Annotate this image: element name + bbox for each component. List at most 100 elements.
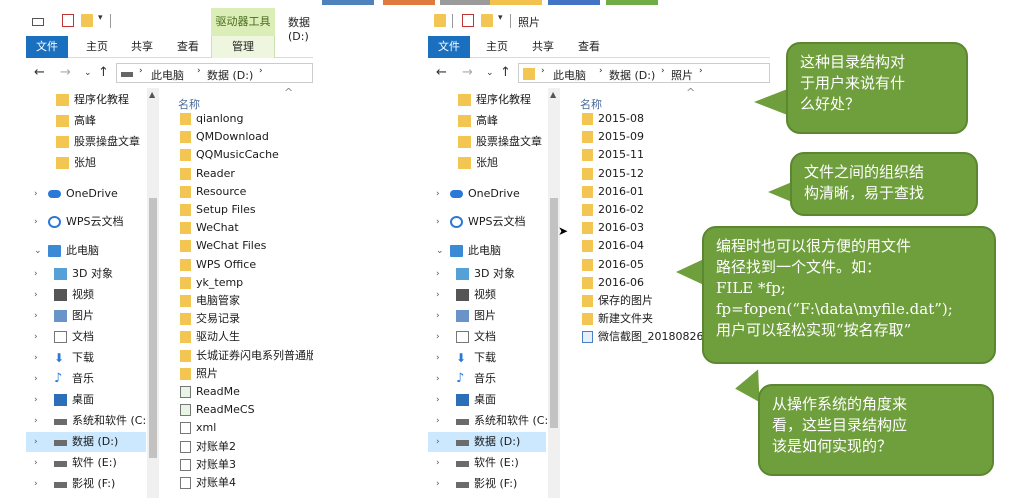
file-row[interactable]: 对账单4 bbox=[180, 474, 313, 492]
file-row[interactable]: WeChat Files bbox=[180, 237, 313, 255]
nav-item[interactable]: › 软件 (E:) bbox=[26, 453, 146, 473]
file-row[interactable]: ReadMe bbox=[180, 383, 313, 401]
nav-item[interactable]: › 3D 对象 bbox=[26, 264, 146, 284]
checkbox-icon[interactable] bbox=[462, 14, 474, 27]
nav-item[interactable]: › 图片 bbox=[26, 306, 146, 326]
nav-item[interactable]: › 桌面 bbox=[26, 390, 146, 410]
nav-item[interactable]: 股票操盘文章 bbox=[26, 132, 146, 152]
file-row[interactable]: Reader bbox=[180, 165, 313, 183]
expand-chevron-icon[interactable]: › bbox=[436, 212, 440, 232]
file-row[interactable]: 电脑管家 bbox=[180, 292, 313, 310]
nav-item[interactable]: ⌄ 此电脑 bbox=[26, 241, 146, 261]
expand-chevron-icon[interactable]: › bbox=[436, 306, 440, 326]
customize-dropdown-icon[interactable]: ▾ bbox=[98, 13, 103, 23]
file-row[interactable]: 驱动人生 bbox=[180, 328, 313, 346]
scrollbar-thumb[interactable] bbox=[149, 198, 157, 458]
file-row[interactable]: WeChat bbox=[180, 219, 313, 237]
expand-chevron-icon[interactable]: › bbox=[34, 411, 38, 431]
expand-chevron-icon[interactable]: › bbox=[34, 348, 38, 368]
nav-item[interactable]: › 影视 (F:) bbox=[26, 474, 146, 494]
expand-chevron-icon[interactable]: › bbox=[436, 411, 440, 431]
expand-chevron-icon[interactable]: › bbox=[436, 369, 440, 389]
file-row[interactable]: 2016-01 bbox=[582, 183, 770, 201]
file-row[interactable]: 2015-11 bbox=[582, 146, 770, 164]
file-row[interactable]: QQMusicCache bbox=[180, 146, 313, 164]
tab-home[interactable]: 主页 bbox=[86, 36, 108, 58]
nav-item[interactable]: ⌄ 此电脑 bbox=[428, 241, 546, 261]
file-row[interactable]: xml bbox=[180, 419, 313, 437]
expand-chevron-icon[interactable]: › bbox=[436, 184, 440, 204]
file-row[interactable]: 长城证券闪电系列普通版 bbox=[180, 347, 313, 365]
breadcrumb-drive-d[interactable]: 数据 (D:) bbox=[207, 67, 253, 83]
properties-icon[interactable] bbox=[32, 18, 44, 26]
nav-item[interactable]: › 数据 (D:) bbox=[26, 432, 146, 452]
nav-item[interactable]: › ♪ 音乐 bbox=[26, 369, 146, 389]
file-row[interactable]: 2015-08 bbox=[582, 110, 770, 128]
nav-item[interactable]: 高峰 bbox=[26, 111, 146, 131]
forward-arrow-icon[interactable]: → bbox=[60, 65, 71, 80]
expand-chevron-icon[interactable]: › bbox=[34, 212, 38, 232]
file-row[interactable]: 2016-02 bbox=[582, 201, 770, 219]
scroll-up-icon[interactable]: ▲ bbox=[550, 90, 556, 99]
forward-arrow-icon[interactable]: → bbox=[462, 65, 473, 80]
expand-chevron-icon[interactable]: › bbox=[34, 474, 38, 494]
nav-item[interactable]: › 视频 bbox=[26, 285, 146, 305]
expand-chevron-icon[interactable]: › bbox=[34, 390, 38, 410]
back-arrow-icon[interactable]: ← bbox=[436, 65, 447, 80]
expand-chevron-icon[interactable]: › bbox=[34, 432, 38, 452]
file-row[interactable]: 照片 bbox=[180, 365, 313, 383]
customize-dropdown-icon[interactable]: ▾ bbox=[498, 13, 503, 23]
expand-chevron-icon[interactable]: › bbox=[436, 453, 440, 473]
nav-item[interactable]: › 桌面 bbox=[428, 390, 546, 410]
tab-view[interactable]: 查看 bbox=[578, 36, 600, 58]
expand-chevron-icon[interactable]: › bbox=[436, 348, 440, 368]
tab-view[interactable]: 查看 bbox=[177, 36, 199, 58]
up-arrow-icon[interactable]: ↑ bbox=[98, 65, 109, 80]
breadcrumb-this-pc[interactable]: 此电脑 bbox=[553, 67, 586, 83]
nav-item[interactable]: 高峰 bbox=[428, 111, 546, 131]
expand-chevron-icon[interactable]: › bbox=[34, 369, 38, 389]
nav-item[interactable]: › 3D 对象 bbox=[428, 264, 546, 284]
file-row[interactable]: QMDownload bbox=[180, 128, 313, 146]
tab-file[interactable]: 文件 bbox=[428, 36, 470, 58]
tab-file[interactable]: 文件 bbox=[26, 36, 68, 58]
tab-home[interactable]: 主页 bbox=[486, 36, 508, 58]
expand-chevron-icon[interactable]: › bbox=[34, 264, 38, 284]
scroll-up-icon[interactable]: ▲ bbox=[149, 90, 155, 99]
breadcrumb-drive-d[interactable]: 数据 (D:) bbox=[609, 67, 655, 83]
file-row[interactable]: 2015-12 bbox=[582, 165, 770, 183]
file-row[interactable]: 对账单3 bbox=[180, 456, 313, 474]
expanded-chevron-icon[interactable]: ⌄ bbox=[436, 241, 444, 261]
scrollbar-thumb[interactable] bbox=[550, 198, 558, 428]
nav-item[interactable]: › OneDrive bbox=[428, 184, 546, 204]
folder-icon[interactable] bbox=[434, 14, 446, 27]
file-row[interactable]: yk_temp bbox=[180, 274, 313, 292]
expand-chevron-icon[interactable]: › bbox=[436, 327, 440, 347]
nav-item[interactable]: › 数据 (D:) bbox=[428, 432, 546, 452]
new-folder-icon[interactable] bbox=[81, 14, 93, 27]
tab-share[interactable]: 共享 bbox=[532, 36, 554, 58]
nav-item[interactable]: 程序化教程 bbox=[428, 90, 546, 110]
nav-item[interactable]: › 系统和软件 (C:) bbox=[26, 411, 150, 431]
nav-item[interactable]: 股票操盘文章 bbox=[428, 132, 546, 152]
file-row[interactable]: ReadMeCS bbox=[180, 401, 313, 419]
nav-item[interactable]: › 文档 bbox=[428, 327, 546, 347]
expand-chevron-icon[interactable]: › bbox=[34, 306, 38, 326]
tab-manage[interactable]: 管理 bbox=[211, 36, 275, 58]
file-row[interactable]: WPS Office bbox=[180, 256, 313, 274]
nav-item[interactable]: › 文档 bbox=[26, 327, 146, 347]
back-arrow-icon[interactable]: ← bbox=[34, 65, 45, 80]
nav-item[interactable]: › ⬇ 下载 bbox=[428, 348, 546, 368]
nav-item[interactable]: › 视频 bbox=[428, 285, 546, 305]
recent-locations-chevron-icon[interactable]: ⌄ bbox=[84, 68, 92, 78]
file-row[interactable]: Setup Files bbox=[180, 201, 313, 219]
file-row[interactable]: 交易记录 bbox=[180, 310, 313, 328]
nav-item[interactable]: › WPS云文档 bbox=[428, 212, 546, 232]
expand-chevron-icon[interactable]: › bbox=[34, 327, 38, 347]
file-row[interactable]: 对账单2 bbox=[180, 438, 313, 456]
navigation-scrollbar[interactable]: ▲ bbox=[548, 88, 560, 498]
nav-item[interactable]: › 影视 (F:) bbox=[428, 474, 546, 494]
nav-item[interactable]: 张旭 bbox=[428, 153, 546, 173]
nav-item[interactable]: › ♪ 音乐 bbox=[428, 369, 546, 389]
expand-chevron-icon[interactable]: › bbox=[436, 390, 440, 410]
